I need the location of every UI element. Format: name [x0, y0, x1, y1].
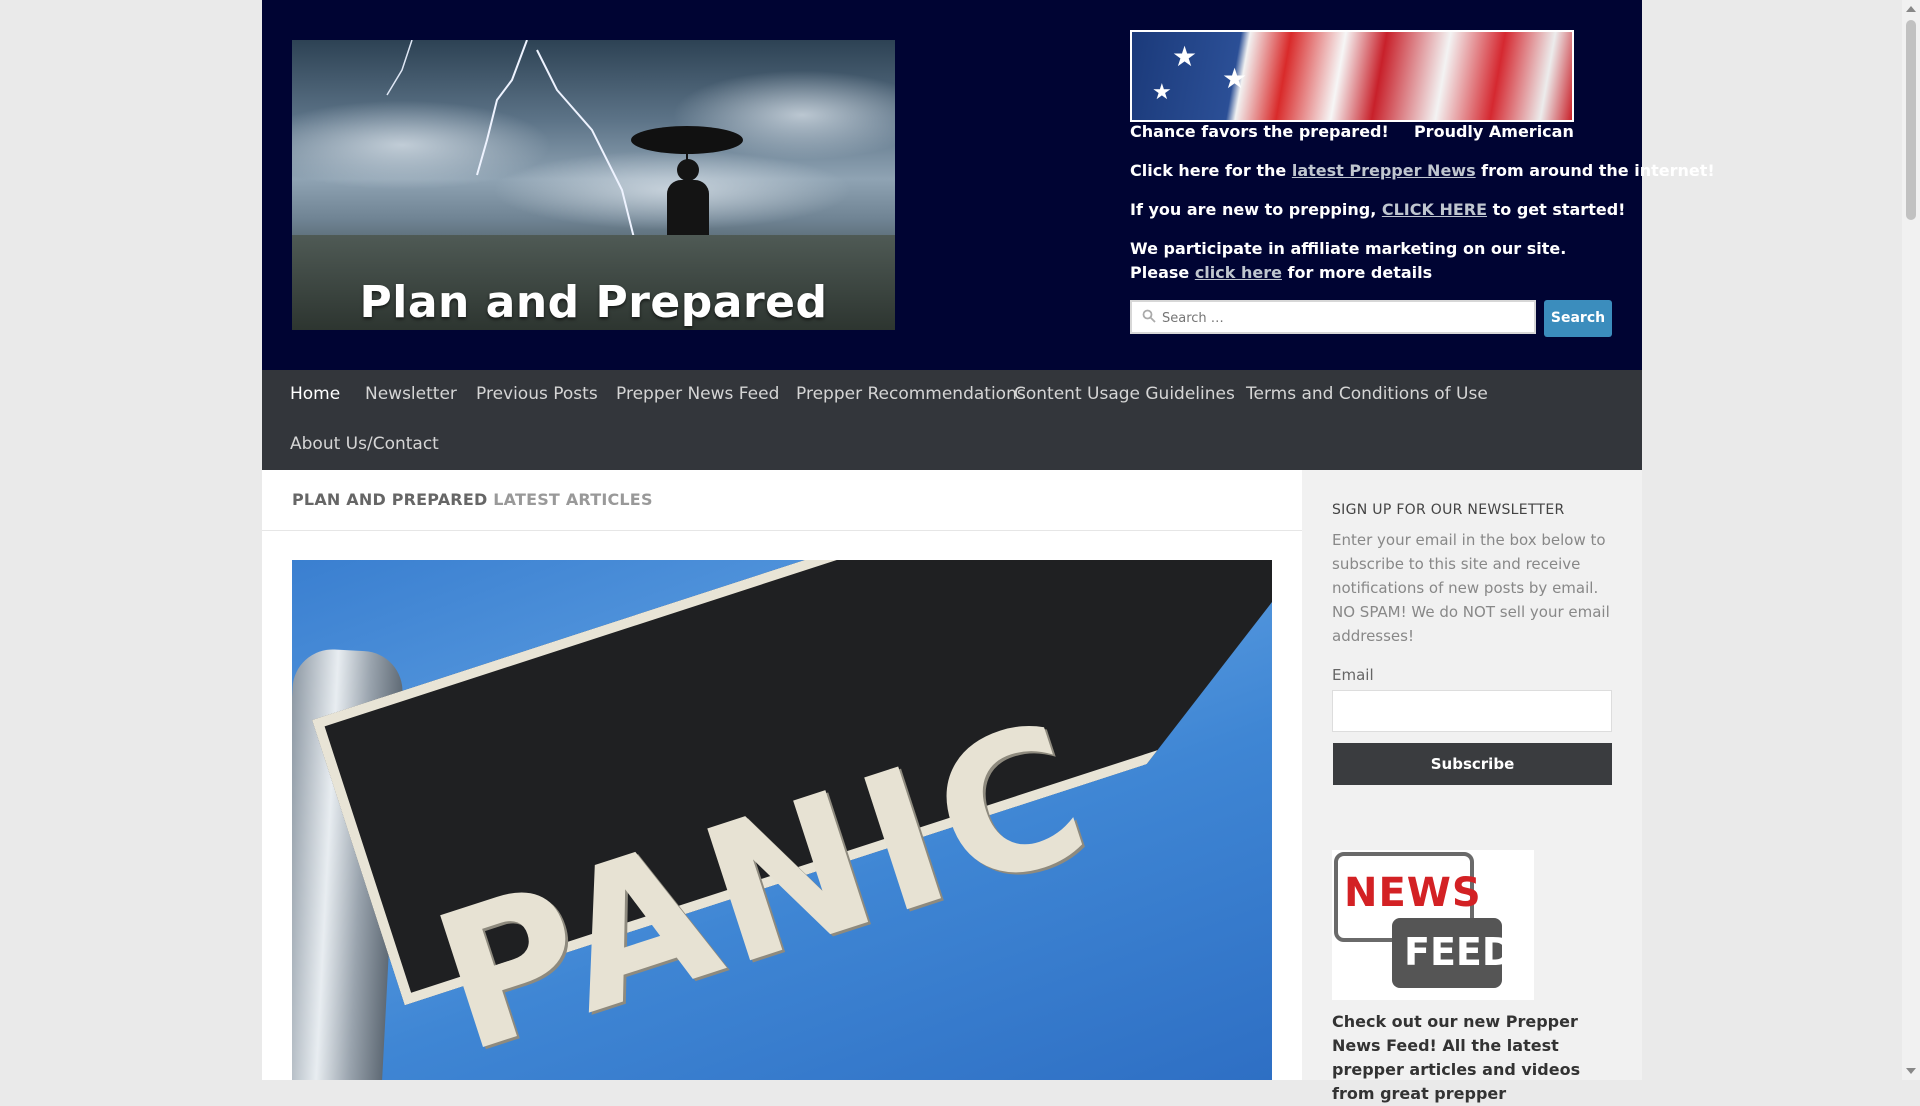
- nav-item-prepper-news-feed[interactable]: Prepper News Feed: [616, 384, 779, 404]
- sidebar: SIGN UP FOR OUR NEWSLETTER Enter your em…: [1302, 470, 1642, 1103]
- news-word: NEWS: [1344, 870, 1482, 916]
- star-icon: ★: [1172, 40, 1198, 73]
- nav-item-about-us-contact[interactable]: About Us/Contact: [290, 434, 439, 454]
- nav-item-content-usage-guidelines[interactable]: Content Usage Guidelines: [1014, 384, 1235, 404]
- new-line-prefix: If you are new to prepping,: [1130, 200, 1382, 219]
- flag-banner: ★ ★ ★: [1130, 30, 1574, 122]
- page-title: PLAN AND PREPARED LATEST ARTICLES: [292, 490, 653, 509]
- news-feed-image[interactable]: NEWS FEED: [1332, 850, 1534, 1000]
- featured-post-image[interactable]: PANIC: [292, 560, 1272, 1080]
- heading-bold: PLAN AND PREPARED: [292, 490, 488, 509]
- section-heading: PLAN AND PREPARED LATEST ARTICLES: [262, 470, 1302, 531]
- affiliate-suffix: for more details: [1281, 263, 1433, 282]
- scroll-up-icon[interactable]: [1906, 6, 1916, 12]
- tagline-left: Chance favors the prepared!: [1130, 122, 1389, 141]
- affiliate-click-here-link[interactable]: click here: [1195, 263, 1282, 282]
- site-header: Plan and Prepared ★ ★ ★ Chance favors th…: [262, 0, 1715, 370]
- newsletter-title: SIGN UP FOR OUR NEWSLETTER: [1332, 502, 1565, 518]
- nav-item-prepper-recommendations[interactable]: Prepper Recommendations: [796, 384, 1026, 404]
- nav-item-home[interactable]: Home: [290, 384, 340, 404]
- affiliate-line: We participate in affiliate marketing on…: [1130, 239, 1567, 258]
- star-icon: ★: [1222, 62, 1248, 95]
- news-line-prefix: Click here for the: [1130, 161, 1292, 180]
- nav-item-previous-posts[interactable]: Previous Posts: [476, 384, 598, 404]
- tagline: Chance favors the prepared! Proudly Amer…: [1130, 122, 1574, 141]
- page-scrollbar[interactable]: [1902, 0, 1920, 1080]
- email-label: Email: [1332, 666, 1374, 684]
- new-to-prepping-line: If you are new to prepping, CLICK HERE t…: [1130, 200, 1625, 219]
- star-icon: ★: [1152, 80, 1172, 105]
- click-here-link[interactable]: CLICK HERE: [1382, 200, 1487, 219]
- main-navigation: Home Newsletter Previous Posts Prepper N…: [262, 370, 1642, 470]
- affiliate-details-line: Please click here for more details: [1130, 263, 1432, 282]
- search-button[interactable]: Search: [1544, 300, 1612, 337]
- news-line: Click here for the latest Prepper News f…: [1130, 161, 1715, 180]
- affiliate-prefix: Please: [1130, 263, 1195, 282]
- nav-item-terms-and-conditions[interactable]: Terms and Conditions of Use: [1246, 384, 1488, 404]
- feed-bubble: FEED: [1392, 918, 1513, 988]
- search-input[interactable]: [1160, 305, 1524, 331]
- news-feed-text: Check out our new Prepper News Feed! All…: [1332, 1012, 1581, 1103]
- heading-light: LATEST ARTICLES: [493, 490, 653, 509]
- scroll-down-icon[interactable]: [1906, 1068, 1916, 1074]
- logo-title: Plan and Prepared: [359, 277, 828, 328]
- news-line-suffix: from around the internet!: [1475, 161, 1715, 180]
- search-field[interactable]: [1130, 300, 1536, 334]
- site-logo[interactable]: Plan and Prepared: [292, 40, 895, 330]
- new-line-suffix: to get started!: [1487, 200, 1626, 219]
- nav-item-newsletter[interactable]: Newsletter: [365, 384, 457, 404]
- search-icon: [1142, 309, 1156, 323]
- newsletter-description: Enter your email in the box below to sub…: [1332, 531, 1610, 645]
- feed-word: FEED: [1404, 930, 1514, 974]
- subscribe-button[interactable]: Subscribe: [1333, 743, 1612, 785]
- scrollbar-thumb[interactable]: [1906, 20, 1916, 220]
- page-wrapper: Plan and Prepared ★ ★ ★ Chance favors th…: [262, 0, 1715, 1103]
- email-field[interactable]: [1332, 690, 1612, 732]
- tagline-right: Proudly American: [1413, 122, 1574, 141]
- latest-prepper-news-link[interactable]: latest Prepper News: [1292, 161, 1476, 180]
